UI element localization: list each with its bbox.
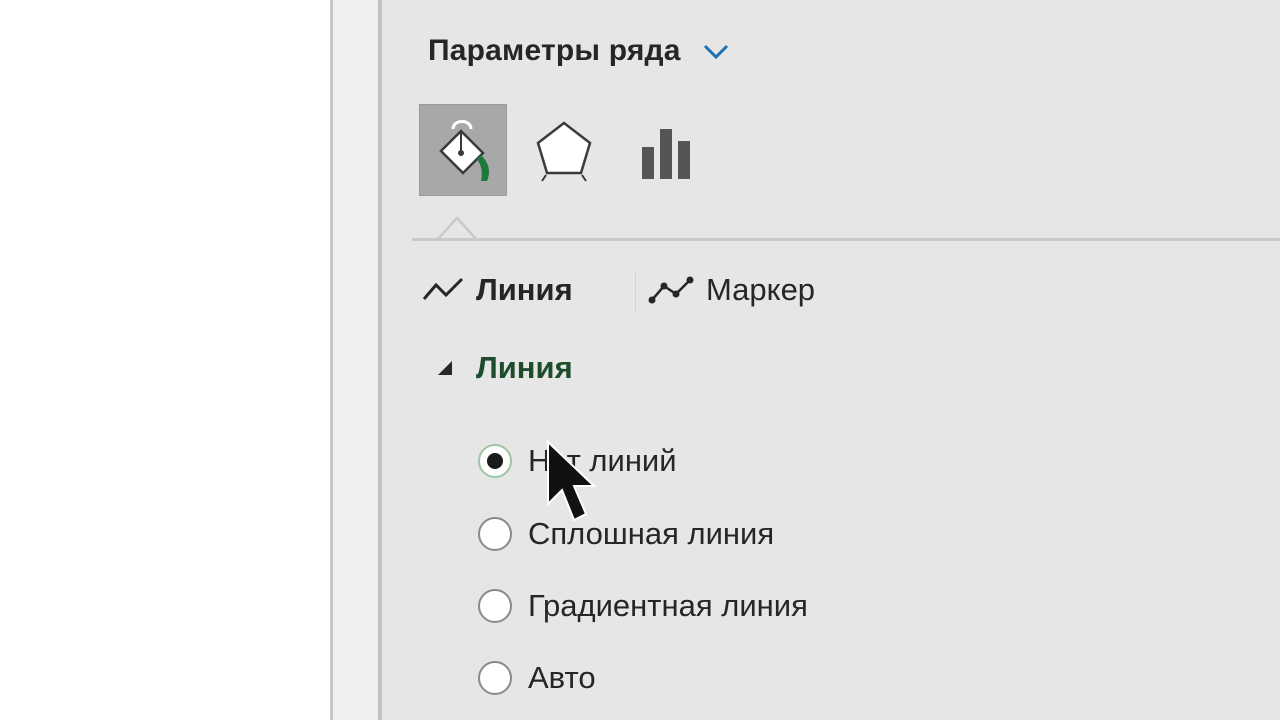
tabs-divider [412,238,1280,241]
format-pane: Параметры ряда Линия Маркер Линия Нет ли… [382,0,1280,720]
tab-series-options[interactable] [622,104,710,196]
chevron-down-icon [703,44,728,60]
radio-solid-line[interactable] [478,517,512,551]
option-gradient-line[interactable]: Градиентная линия [478,583,808,629]
option-solid-line-label: Сплошная линия [528,516,775,551]
marker-line-icon [648,276,694,304]
option-auto[interactable]: Авто [478,655,596,701]
radio-no-line[interactable] [478,444,512,478]
option-gradient-line-label: Градиентная линия [528,588,808,623]
option-solid-line[interactable]: Сплошная линия [478,511,774,557]
radio-auto[interactable] [478,661,512,695]
pane-title-dropdown[interactable]: Параметры ряда [428,34,733,68]
collapse-triangle-icon [438,361,452,375]
option-no-line[interactable]: Нет линий [478,438,677,484]
subtab-line-label: Линия [476,272,573,307]
subtab-marker-label: Маркер [706,272,816,307]
subtab-line[interactable]: Линия [422,268,573,312]
option-no-line-label: Нет линий [528,443,677,478]
document-area [0,0,330,720]
radio-gradient-line[interactable] [478,589,512,623]
section-line-header[interactable]: Линия [434,350,573,386]
fill-bucket-icon [439,120,489,181]
option-auto-label: Авто [528,660,596,695]
tab-effects[interactable] [520,104,608,196]
section-line-title: Линия [476,350,573,385]
bar-chart-icon [642,129,690,179]
pane-gutter [333,0,378,720]
tab-fill-line[interactable] [419,104,507,196]
pane-title: Параметры ряда [428,34,681,67]
line-icon [422,277,464,300]
subtab-divider [635,272,636,312]
subtab-marker[interactable]: Маркер [648,268,815,312]
pentagon-icon [536,121,592,182]
